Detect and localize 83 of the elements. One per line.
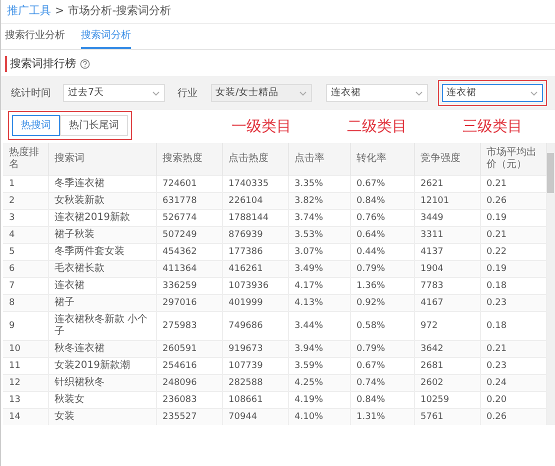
table-cell: 416261 <box>222 260 288 278</box>
annotation-label: 三级类目 <box>461 116 524 138</box>
chevron-down-icon <box>414 90 422 96</box>
table-cell: 毛衣裙长款 <box>48 260 156 278</box>
table-cell: 0.21 <box>480 226 546 244</box>
table-cell: 针织裙秋冬 <box>48 374 156 392</box>
table-cell: 裙子秋装 <box>48 226 156 244</box>
section-title: 搜索词排行榜 <box>5 56 76 72</box>
tab[interactable]: 搜索行业分析 <box>5 24 65 48</box>
table-cell: 1904 <box>414 260 480 278</box>
column-header: 搜索热度 <box>156 143 222 176</box>
column-header: 点击热度 <box>222 143 288 176</box>
table-cell: 裙子 <box>48 294 156 312</box>
table-cell: 2 <box>3 192 48 210</box>
table-cell: 631778 <box>156 192 222 210</box>
table-cell: 70944 <box>222 408 288 425</box>
table-cell: 282588 <box>222 374 288 392</box>
filter-label: 行业 <box>176 86 198 100</box>
table-cell: 0.24 <box>480 374 546 392</box>
column-header: 点击率 <box>288 143 350 176</box>
table-cell: 秋冬连衣裙 <box>48 340 156 358</box>
table-cell: 0.92% <box>350 294 414 312</box>
table-cell: 女秋装新款 <box>48 192 156 210</box>
column-header: 热度排名 <box>3 143 48 176</box>
column-header: 竞争强度 <box>414 143 480 176</box>
dropdown[interactable]: 过去7天 <box>63 84 164 102</box>
annotation-label: 二级类目 <box>346 116 408 138</box>
table-cell: 8 <box>3 294 48 312</box>
table-cell: 3.82% <box>288 192 350 210</box>
table-cell: 0.21 <box>480 340 546 358</box>
table-cell: 226104 <box>222 192 288 210</box>
table-cell: 260591 <box>156 340 222 358</box>
dropdown[interactable]: 连衣裙 <box>442 84 543 102</box>
table-cell: 1.31% <box>350 408 414 425</box>
column-header: 转化率 <box>350 143 414 176</box>
table-cell: 0.19 <box>480 260 546 278</box>
table-cell: 411364 <box>156 260 222 278</box>
table-cell: 507249 <box>156 226 222 244</box>
table-cell: 14 <box>3 408 48 425</box>
chevron-down-icon <box>530 90 538 96</box>
table-cell: 4.25% <box>288 374 350 392</box>
table-cell: 0.74% <box>350 374 414 392</box>
table-cell: 3.53% <box>288 226 350 244</box>
table-cell: 4167 <box>414 294 480 312</box>
table-cell: 3.49% <box>288 260 350 278</box>
column-header: 搜索词 <box>48 143 156 176</box>
table-cell: 5761 <box>414 408 480 425</box>
breadcrumb-current: 市场分析-搜索词分析 <box>68 4 172 17</box>
table-cell: 297016 <box>156 294 222 312</box>
table-cell: 0.79% <box>350 340 414 358</box>
table-cell: 6 <box>3 260 48 278</box>
annotation-label: 一级类目 <box>230 116 292 138</box>
table-cell: 3642 <box>414 340 480 358</box>
help-icon[interactable] <box>80 58 90 69</box>
table-cell: 10 <box>3 340 48 358</box>
table-cell: 0.26 <box>480 192 546 210</box>
filter-label: 统计时间 <box>10 86 52 100</box>
dropdown[interactable]: 连衣裙 <box>326 84 428 102</box>
table-cell: 0.84% <box>350 192 414 210</box>
table-cell: 919673 <box>222 340 288 358</box>
table-cell: 401999 <box>222 294 288 312</box>
table-cell: 4.10% <box>288 408 350 425</box>
table-cell: 0.26 <box>480 408 546 425</box>
table-cell: 248096 <box>156 374 222 392</box>
chevron-down-icon <box>299 90 307 96</box>
table-cell: 0.79% <box>350 260 414 278</box>
table-cell: 876939 <box>222 226 288 244</box>
chevron-down-icon <box>152 90 160 96</box>
table-cell: 4.13% <box>288 294 350 312</box>
tab[interactable]: 热门长尾词 <box>60 115 128 136</box>
table-cell: 12101 <box>414 192 480 210</box>
table-cell: 4 <box>3 226 48 244</box>
column-header: 市场平均出价（元） <box>480 143 546 176</box>
scrollbar-thumb[interactable] <box>547 153 554 193</box>
breadcrumb-separator: > <box>55 4 64 17</box>
table-cell: 3.94% <box>288 340 350 358</box>
table-cell: 女装 <box>48 408 156 425</box>
table-cell: 3311 <box>414 226 480 244</box>
table-cell: 0.23 <box>480 294 546 312</box>
table-cell: 235527 <box>156 408 222 425</box>
table-cell: 12 <box>3 374 48 392</box>
table-cell: 2602 <box>414 374 480 392</box>
table-cell: 0.64% <box>350 226 414 244</box>
